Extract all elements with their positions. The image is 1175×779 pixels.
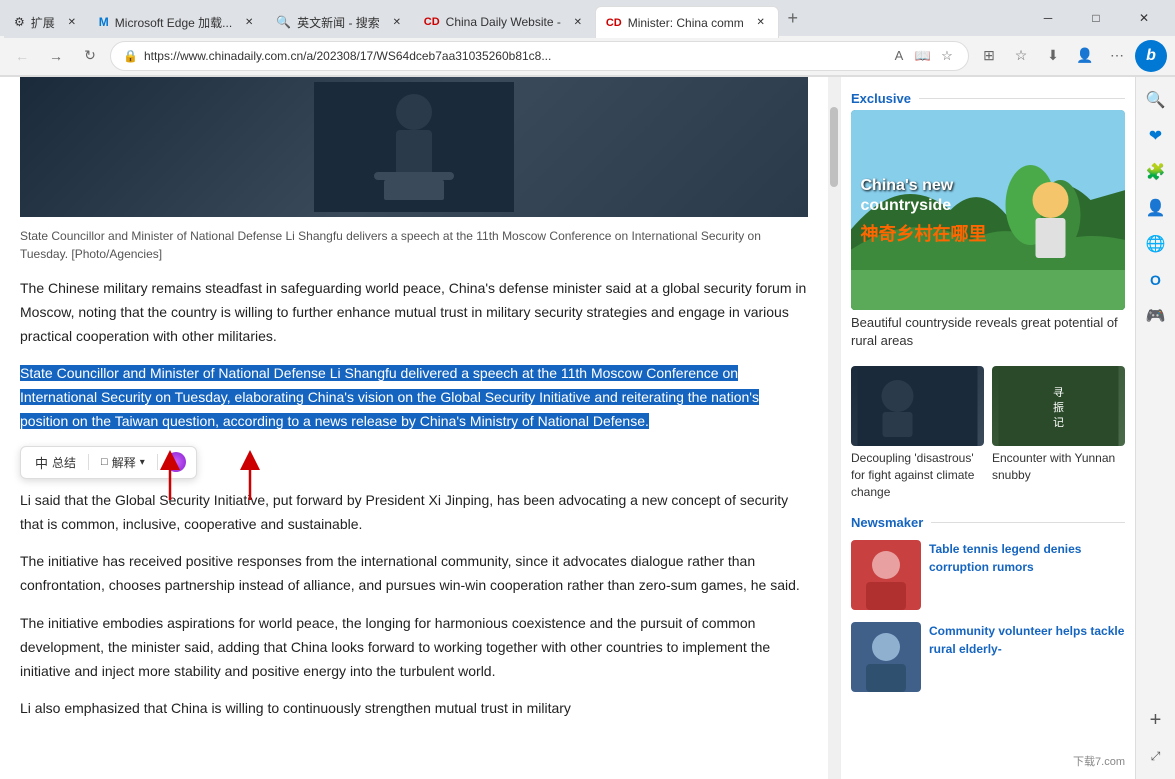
sidebar: Exclusive: [840, 77, 1135, 779]
window-controls: ─ □ ✕: [1025, 2, 1171, 34]
summarize-button[interactable]: 中 总结: [31, 451, 80, 474]
watermark: 下载7.com: [1073, 753, 1125, 769]
settings-button[interactable]: ⋯: [1103, 42, 1131, 70]
newsmaker-link-2[interactable]: Community volunteer helps tackle rural e…: [929, 624, 1124, 656]
edge-sidebar: 🔍 ❤ 🧩 👤 🌐 O 🎮 + ⤢: [1135, 77, 1175, 779]
hero-image: China's new countryside 神奇乡村在哪里: [851, 110, 1125, 310]
newsmaker-item-2[interactable]: Community volunteer helps tackle rural e…: [841, 618, 1135, 700]
tab-label: 扩展: [31, 14, 55, 31]
svg-text:神奇乡村在哪里: 神奇乡村在哪里: [861, 223, 987, 244]
copilot-button[interactable]: [166, 452, 186, 472]
summarize-label: 总结: [52, 454, 76, 471]
article-hero-image: [20, 77, 808, 217]
toolbar-right: ⊞ ☆ ⬇ 👤 ⋯ b: [975, 40, 1167, 72]
edge-search-icon[interactable]: 🔍: [1141, 85, 1171, 115]
bing-button[interactable]: b: [1135, 40, 1167, 72]
svg-text:记: 记: [1053, 416, 1064, 429]
refresh-button[interactable]: ↻: [76, 42, 104, 70]
scrollbar[interactable]: [828, 77, 840, 779]
highlighted-para: State Councillor and Minister of Nationa…: [20, 362, 808, 433]
edge-browser-icon[interactable]: 🌐: [1141, 229, 1171, 259]
exclusive-label: Exclusive: [841, 85, 1135, 110]
edge-expand-icon[interactable]: ⤢: [1141, 741, 1171, 771]
toolbar-divider2: [157, 454, 158, 470]
newsmaker-link-1[interactable]: Table tennis legend denies corruption ru…: [929, 542, 1081, 574]
svg-text:寻: 寻: [1053, 386, 1064, 399]
new-tab-button[interactable]: +: [779, 4, 807, 32]
newsmaker-item-1[interactable]: Table tennis legend denies corruption ru…: [841, 536, 1135, 618]
edge-favorites-icon[interactable]: ❤: [1141, 121, 1171, 151]
tab-close[interactable]: ✕: [242, 15, 256, 29]
profile-button[interactable]: 👤: [1071, 42, 1099, 70]
browser-chrome: ⚙ 扩展 ✕ M Microsoft Edge 加载... ✕ 🔍 英文新闻 -…: [0, 0, 1175, 77]
edge-add-icon[interactable]: +: [1141, 705, 1171, 735]
read-icon[interactable]: 📖: [914, 47, 932, 65]
url-text: https://www.chinadaily.com.cn/a/202308/1…: [144, 49, 884, 63]
svg-text:振: 振: [1053, 400, 1064, 414]
newsmaker-img-1: [851, 540, 921, 610]
svg-text:China's new: China's new: [861, 177, 954, 194]
maximize-button[interactable]: □: [1073, 2, 1119, 34]
tab-chinadaily[interactable]: CD China Daily Website - ✕: [414, 6, 595, 38]
toolbar-divider: [88, 454, 89, 470]
scroll-thumb[interactable]: [830, 107, 838, 187]
tab-minister[interactable]: CD Minister: China comm ✕: [595, 6, 779, 38]
article-caption: State Councillor and Minister of Nationa…: [20, 227, 808, 263]
translate-icon[interactable]: A: [890, 47, 908, 65]
news-item-2[interactable]: 寻 振 记 Encounter with Yunnan snubby: [992, 366, 1125, 500]
tab-bar: ⚙ 扩展 ✕ M Microsoft Edge 加载... ✕ 🔍 英文新闻 -…: [0, 0, 1175, 36]
hero-caption: Beautiful countryside reveals great pote…: [851, 310, 1125, 358]
explain-label: 解释: [112, 454, 136, 471]
main-area: State Councillor and Minister of Nationa…: [0, 77, 1175, 779]
forward-button[interactable]: →: [42, 42, 70, 70]
explain-button[interactable]: □ 解释 ▾: [97, 452, 149, 473]
news-thumb-title-2: Encounter with Yunnan snubby: [992, 450, 1125, 484]
article-area: State Councillor and Minister of Nationa…: [0, 77, 828, 779]
url-bar[interactable]: 🔒 https://www.chinadaily.com.cn/a/202308…: [110, 41, 969, 71]
selection-toolbar: 中 总结 □ 解释 ▾: [20, 446, 197, 479]
news-grid: Decoupling 'disastrous' for fight agains…: [841, 366, 1135, 508]
favorite-icon[interactable]: ☆: [938, 47, 956, 65]
selected-text[interactable]: State Councillor and Minister of Nationa…: [20, 365, 759, 429]
tab-search[interactable]: 🔍 英文新闻 - 搜索 ✕: [266, 6, 414, 38]
edge-profile-icon[interactable]: 👤: [1141, 193, 1171, 223]
newsmaker-text-1: Table tennis legend denies corruption ru…: [929, 540, 1125, 576]
back-button[interactable]: ←: [8, 42, 36, 70]
news-thumb-img-1: [851, 366, 984, 446]
favorites-button[interactable]: ☆: [1007, 42, 1035, 70]
sidebar-hero[interactable]: China's new countryside 神奇乡村在哪里 Beautifu…: [851, 110, 1125, 358]
edge-game-icon[interactable]: 🎮: [1141, 301, 1171, 331]
close-button[interactable]: ✕: [1121, 2, 1167, 34]
article-para-6: Li also emphasized that China is willing…: [20, 697, 808, 721]
svg-text:countryside: countryside: [861, 197, 952, 214]
article-para-3: Li said that the Global Security Initiat…: [20, 489, 808, 537]
tab-extensions[interactable]: ⚙ 扩展 ✕: [4, 6, 89, 38]
tab-close[interactable]: ✕: [65, 15, 79, 29]
download-button[interactable]: ⬇: [1039, 42, 1067, 70]
tab-close[interactable]: ✕: [754, 16, 768, 30]
edge-outlook-icon[interactable]: O: [1141, 265, 1171, 295]
edge-collections-icon[interactable]: 🧩: [1141, 157, 1171, 187]
news-item-1[interactable]: Decoupling 'disastrous' for fight agains…: [851, 366, 984, 500]
tab-label: 英文新闻 - 搜索: [297, 14, 380, 31]
minimize-button[interactable]: ─: [1025, 2, 1071, 34]
article-para-1: The Chinese military remains steadfast i…: [20, 277, 808, 348]
newsmaker-img-2: [851, 622, 921, 692]
article-para-4: The initiative has received positive res…: [20, 550, 808, 598]
tab-close[interactable]: ✕: [390, 15, 404, 29]
tab-label: China Daily Website -: [446, 15, 561, 29]
tab-edge[interactable]: M Microsoft Edge 加载... ✕: [89, 6, 266, 38]
news-thumb-title-1: Decoupling 'disastrous' for fight agains…: [851, 450, 984, 500]
tab-label: Minister: China comm: [628, 16, 744, 30]
address-bar: ← → ↻ 🔒 https://www.chinadaily.com.cn/a/…: [0, 36, 1175, 76]
selection-area: State Councillor and Minister of Nationa…: [20, 362, 808, 478]
collections-button[interactable]: ⊞: [975, 42, 1003, 70]
tab-label: Microsoft Edge 加载...: [115, 14, 232, 31]
newsmaker-label: Newsmaker: [841, 509, 1135, 536]
tab-close[interactable]: ✕: [571, 15, 585, 29]
news-thumb-img-2: 寻 振 记: [992, 366, 1125, 446]
article-para-5: The initiative embodies aspirations for …: [20, 612, 808, 683]
newsmaker-text-2: Community volunteer helps tackle rural e…: [929, 622, 1125, 658]
